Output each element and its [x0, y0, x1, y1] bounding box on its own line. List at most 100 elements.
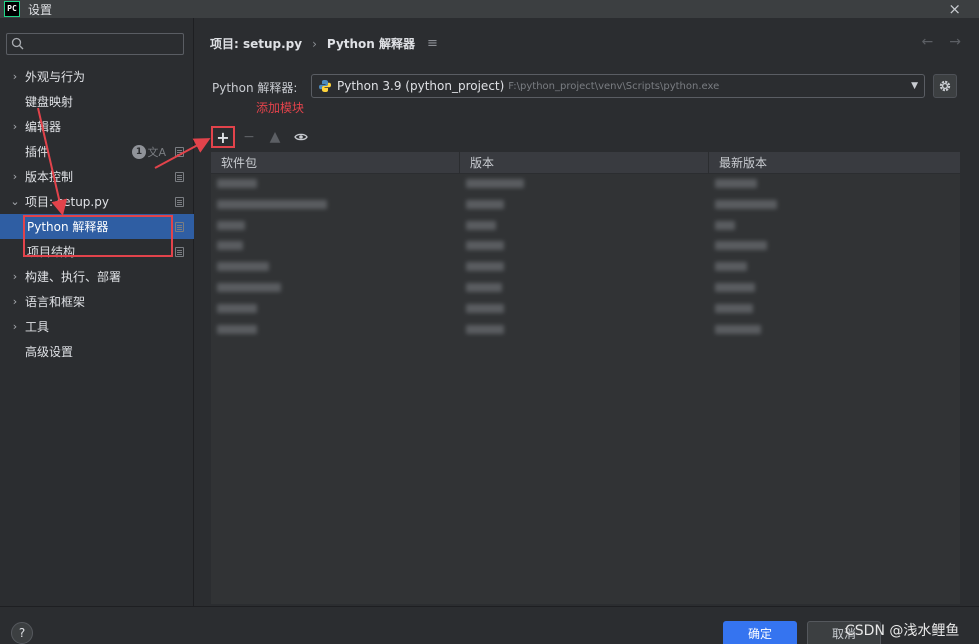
table-cell	[709, 320, 960, 341]
redacted-text	[466, 199, 504, 209]
project-scope-icon	[175, 221, 184, 232]
redacted-text	[715, 303, 753, 313]
table-cell	[709, 257, 960, 278]
back-arrow-icon[interactable]: ←	[922, 34, 934, 50]
dialog-footer: ? 确定 取消 CSDN @浅水鲤鱼	[0, 606, 979, 644]
search-input[interactable]	[27, 37, 177, 51]
breadcrumb-page: Python 解释器	[326, 37, 416, 51]
sidebar-item-plugins[interactable]: 插件 1 文A	[0, 139, 194, 164]
settings-main-panel: 项目: setup.py › Python 解释器 ≡ ← → Python 解…	[195, 18, 979, 606]
table-cell	[460, 216, 709, 237]
table-row[interactable]	[211, 257, 960, 278]
gear-icon	[939, 80, 951, 92]
redacted-text	[217, 303, 257, 313]
column-header-latest-version[interactable]: 最新版本	[709, 152, 960, 173]
sidebar-item-appearance[interactable]: › 外观与行为	[0, 64, 194, 89]
table-cell	[211, 340, 460, 361]
sidebar-item-label: 语言和框架	[25, 295, 86, 309]
sidebar-item-vcs[interactable]: › 版本控制	[0, 164, 194, 189]
redacted-text	[217, 179, 257, 188]
table-cell	[460, 236, 709, 257]
table-row[interactable]	[211, 320, 960, 341]
table-cell	[460, 257, 709, 278]
highlight-box	[23, 215, 173, 257]
table-body	[211, 174, 960, 361]
breadcrumb: 项目: setup.py › Python 解释器 ≡	[210, 35, 438, 52]
pycharm-logo-icon: PC	[4, 1, 20, 17]
table-cell	[211, 299, 460, 320]
sidebar-item-keymap[interactable]: 键盘映射	[0, 89, 194, 114]
table-row[interactable]	[211, 340, 960, 361]
upgrade-package-button[interactable]: ▲	[263, 126, 287, 148]
add-package-button[interactable]: +	[211, 126, 235, 148]
interpreter-path: F:\python_project\venv\Scripts\python.ex…	[508, 80, 720, 92]
table-cell	[211, 216, 460, 237]
sidebar-item-tools[interactable]: › 工具	[0, 314, 194, 339]
packages-table: 软件包 版本 最新版本	[211, 152, 960, 604]
table-cell	[460, 174, 709, 195]
sidebar-item-editor[interactable]: › 编辑器	[0, 114, 194, 139]
table-row[interactable]	[211, 299, 960, 320]
sidebar-item-label: 项目: setup.py	[25, 195, 109, 209]
sidebar-item-build[interactable]: › 构建、执行、部署	[0, 264, 194, 289]
project-scope-icon	[175, 196, 184, 207]
redacted-text	[715, 199, 777, 209]
redacted-text	[466, 324, 504, 334]
table-cell	[709, 236, 960, 257]
close-icon[interactable]: ×	[948, 0, 961, 18]
redacted-text	[715, 282, 755, 292]
settings-search-box[interactable]	[6, 33, 184, 55]
column-header-version[interactable]: 版本	[460, 152, 709, 173]
sidebar-item-label: 插件	[25, 145, 50, 159]
forward-arrow-icon[interactable]: →	[949, 34, 961, 50]
redacted-text	[466, 220, 496, 230]
interpreter-settings-button[interactable]	[933, 74, 957, 98]
sidebar-item-languages[interactable]: › 语言和框架	[0, 289, 194, 314]
window-title: 设置	[28, 2, 53, 17]
remove-package-button[interactable]: −	[237, 126, 261, 148]
redacted-text	[466, 282, 502, 292]
ok-button[interactable]: 确定	[723, 621, 797, 644]
table-row[interactable]	[211, 216, 960, 237]
interpreter-select[interactable]: Python 3.9 (python_project) F:\python_pr…	[311, 74, 925, 98]
sidebar-item-label: 键盘映射	[25, 95, 74, 109]
chevron-right-icon: ›	[12, 320, 18, 333]
sidebar-item-advanced[interactable]: 高级设置	[0, 339, 194, 364]
table-row[interactable]	[211, 236, 960, 257]
table-row[interactable]	[211, 174, 960, 195]
eye-icon	[294, 133, 308, 141]
table-cell	[211, 236, 460, 257]
chevron-right-icon: ›	[12, 295, 18, 308]
redacted-text	[217, 262, 269, 272]
redacted-text	[715, 262, 747, 272]
redacted-text	[466, 241, 504, 251]
table-cell	[211, 195, 460, 216]
table-row[interactable]	[211, 195, 960, 216]
list-menu-icon[interactable]: ≡	[427, 36, 438, 51]
update-count-badge: 1	[132, 144, 146, 159]
show-early-releases-button[interactable]	[289, 126, 313, 148]
table-cell	[709, 278, 960, 299]
chevron-right-icon: ›	[12, 70, 18, 83]
redacted-text	[466, 303, 504, 313]
redacted-text	[715, 220, 735, 230]
annotation-label: 添加模块	[256, 101, 305, 115]
python-icon	[319, 80, 331, 92]
chevron-right-icon: ›	[12, 170, 18, 183]
package-toolbar: + − ▲	[211, 125, 315, 149]
sidebar-item-project[interactable]: ⌄ 项目: setup.py	[0, 189, 194, 214]
search-icon	[11, 37, 24, 50]
dropdown-caret-icon: ▼	[911, 81, 918, 91]
table-cell	[709, 195, 960, 216]
breadcrumb-project[interactable]: 项目: setup.py	[210, 35, 302, 52]
table-cell	[460, 278, 709, 299]
history-nav: ← →	[922, 34, 961, 50]
project-scope-icon	[175, 246, 184, 257]
table-row[interactable]	[211, 278, 960, 299]
table-cell	[709, 174, 960, 195]
chevron-right-icon: ›	[12, 120, 18, 133]
title-bar: PC 设置 ×	[0, 0, 979, 18]
help-button[interactable]: ?	[11, 622, 33, 644]
column-header-package[interactable]: 软件包	[211, 152, 460, 173]
redacted-text	[715, 324, 761, 334]
